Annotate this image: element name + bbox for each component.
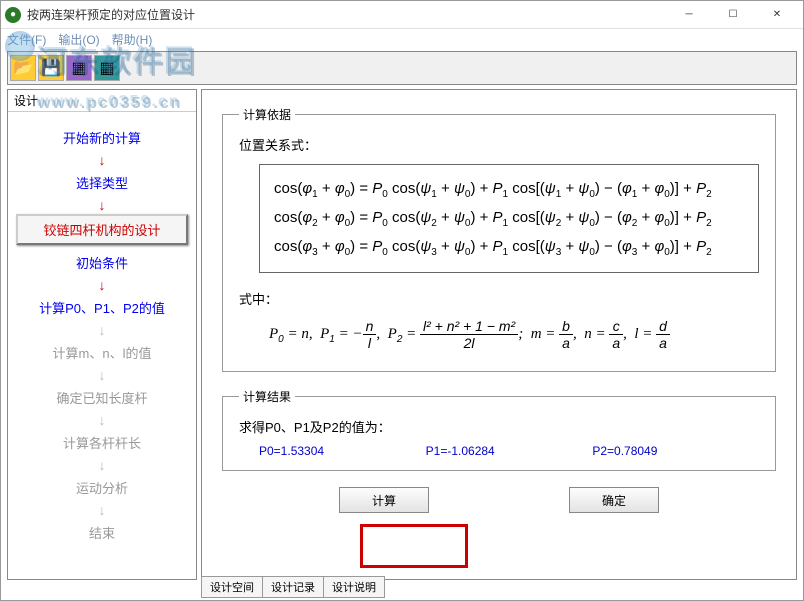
menu-help[interactable]: 帮助(H): [112, 31, 153, 48]
flow-step-hinge-design[interactable]: 铰链四杆机构的设计: [16, 214, 188, 245]
flow-step-rod-length: 计算各杆杆长: [8, 429, 196, 456]
arrow-icon: ↓: [8, 325, 196, 335]
tab-design-space[interactable]: 设计空间: [201, 576, 263, 598]
ok-button[interactable]: 确定: [569, 487, 659, 513]
arrow-icon: ↓: [8, 280, 196, 290]
bottom-tabs: 设计空间 设计记录 设计说明: [201, 576, 384, 598]
close-button[interactable]: ✕: [755, 3, 799, 27]
toolbar-tool1-icon[interactable]: ▦: [66, 55, 92, 81]
watermark-logo-icon: [5, 31, 35, 61]
tab-design-record[interactable]: 设计记录: [262, 576, 324, 598]
flow-step-start[interactable]: 开始新的计算: [8, 124, 196, 151]
app-icon: ●: [5, 7, 21, 23]
sidebar: 设计 开始新的计算 ↓ 选择类型 ↓ 铰链四杆机构的设计 初始条件 ↓ 计算P0…: [7, 89, 197, 580]
basis-group: 计算依据 位置关系式： cos(φ1 + φ0) = P0 cos(ψ1 + ψ…: [222, 106, 776, 372]
arrow-icon: ↓: [8, 460, 196, 470]
flow-step-mnl: 计算m、n、l的值: [8, 339, 196, 366]
relation-label: 位置关系式：: [239, 135, 759, 154]
toolbar-tool2-icon[interactable]: ▦: [94, 55, 120, 81]
arrow-icon: ↓: [8, 200, 196, 210]
flow-step-select-type[interactable]: 选择类型: [8, 169, 196, 196]
result-p1: P1=-1.06284: [426, 444, 593, 458]
arrow-icon: ↓: [8, 155, 196, 165]
flow-step-initial[interactable]: 初始条件: [8, 249, 196, 276]
minimize-button[interactable]: ─: [667, 3, 711, 27]
arrow-icon: ↓: [8, 505, 196, 515]
arrow-icon: ↓: [8, 370, 196, 380]
highlight-box: [360, 524, 468, 568]
flow-step-p012[interactable]: 计算P0、P1、P2的值: [8, 294, 196, 321]
titlebar: ● 按两连架杆预定的对应位置设计 ─ ☐ ✕: [1, 1, 803, 29]
result-values: P0=1.53304 P1=-1.06284 P2=0.78049: [239, 444, 759, 458]
maximize-button[interactable]: ☐: [711, 3, 755, 27]
basis-legend: 计算依据: [239, 106, 295, 123]
result-p0: P0=1.53304: [259, 444, 426, 458]
where-label: 式中：: [239, 289, 759, 308]
flow-step-known-rod: 确定已知长度杆: [8, 384, 196, 411]
flow-step-motion: 运动分析: [8, 474, 196, 501]
menubar: 文件(F) 输出(O) 帮助(H): [1, 29, 803, 49]
flow-step-end: 结束: [8, 519, 196, 546]
result-legend: 计算结果: [239, 388, 295, 405]
toolbar-save-icon[interactable]: 💾: [38, 55, 64, 81]
result-group: 计算结果 求得P0、P1及P2的值为： P0=1.53304 P1=-1.062…: [222, 388, 776, 471]
result-p2: P2=0.78049: [592, 444, 759, 458]
arrow-icon: ↓: [8, 415, 196, 425]
equation-box: cos(φ1 + φ0) = P0 cos(ψ1 + ψ0) + P1 cos[…: [259, 164, 759, 273]
toolbar: 📂 💾 ▦ ▦: [7, 51, 797, 85]
calculate-button[interactable]: 计算: [339, 487, 429, 513]
content-panel: 计算依据 位置关系式： cos(φ1 + φ0) = P0 cos(ψ1 + ψ…: [201, 89, 797, 580]
tab-design-desc[interactable]: 设计说明: [323, 576, 385, 598]
result-label: 求得P0、P1及P2的值为：: [239, 417, 759, 436]
formula-definitions: P0 = n, P1 = −nl, P2 = l² + n² + 1 − m²2…: [269, 318, 759, 351]
menu-output[interactable]: 输出(O): [58, 31, 99, 48]
window-title: 按两连架杆预定的对应位置设计: [27, 6, 667, 23]
sidebar-tab-design[interactable]: 设计: [8, 90, 196, 112]
